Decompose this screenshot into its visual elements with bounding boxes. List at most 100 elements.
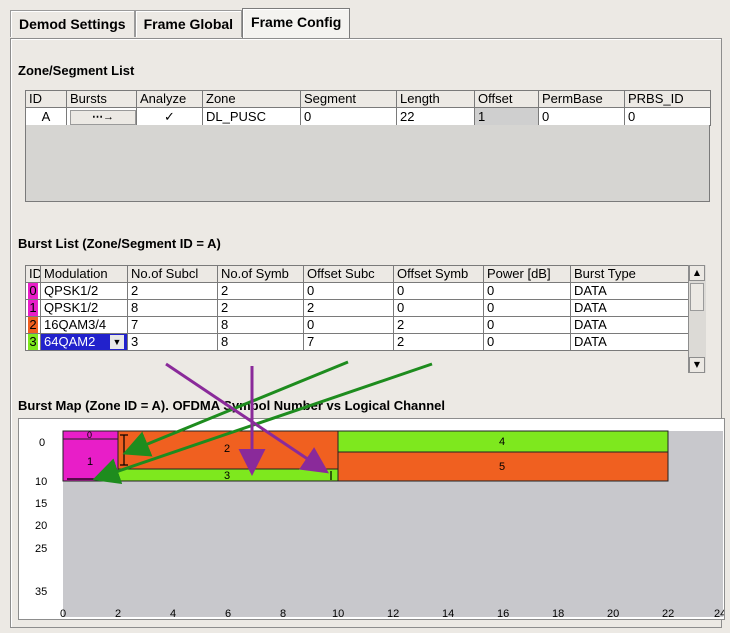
x-tick-label: 8 xyxy=(280,608,286,619)
permbase-cell[interactable]: 0 xyxy=(538,107,625,126)
col-header-segment[interactable]: Segment xyxy=(300,90,397,108)
col-header-no-of-symb[interactable]: No.of Symb xyxy=(217,265,304,283)
offset-symb-cell[interactable]: 2 xyxy=(393,333,484,351)
zone-list-title: Zone/Segment List xyxy=(18,63,135,78)
burst-type-cell[interactable]: DATA xyxy=(570,333,689,351)
modulation-dropdown[interactable]: 64QAM2 ▼ xyxy=(40,333,128,351)
col-header-length[interactable]: Length xyxy=(396,90,475,108)
bursts-button[interactable]: ⋯→ xyxy=(70,110,136,125)
tab-bar: Demod Settings Frame Global Frame Config xyxy=(10,8,351,39)
table-row[interactable]: 0 QPSK1/2 2 2 0 0 0 DATA xyxy=(25,282,689,300)
subch-cell[interactable]: 2 xyxy=(127,282,218,300)
subch-cell[interactable]: 7 xyxy=(127,316,218,334)
modulation-cell[interactable]: QPSK1/2 xyxy=(40,299,128,317)
col-header-bursts[interactable]: Bursts xyxy=(66,90,137,108)
power-cell[interactable]: 0 xyxy=(483,299,571,317)
burst-list-scrollbar[interactable]: ▲ ▼ xyxy=(688,265,706,373)
y-tick-label: 35 xyxy=(35,586,47,598)
col-header-id[interactable]: ID xyxy=(25,90,67,108)
power-cell[interactable]: 0 xyxy=(483,316,571,334)
col-header-prbs-id[interactable]: PRBS_ID xyxy=(624,90,711,108)
y-tick-label: 15 xyxy=(35,498,47,510)
col-header-offset-symb[interactable]: Offset Symb xyxy=(393,265,484,283)
offset-subch-cell[interactable]: 0 xyxy=(303,282,394,300)
col-header-offset-subch[interactable]: Offset Subc xyxy=(303,265,394,283)
burst-label-3: 3 xyxy=(224,470,230,482)
x-tick-label: 18 xyxy=(552,608,564,619)
y-tick-label: 20 xyxy=(35,520,47,532)
x-tick-label: 6 xyxy=(225,608,231,619)
burst-label-4: 4 xyxy=(499,436,505,448)
power-cell[interactable]: 0 xyxy=(483,333,571,351)
burst-map: 0 1 2 3 4 5 0 10 15 20 25 35 0 2 4 6 8 1… xyxy=(18,418,725,620)
tab-demod-settings[interactable]: Demod Settings xyxy=(10,10,135,37)
col-header-offset[interactable]: Offset xyxy=(474,90,539,108)
scroll-up-icon[interactable]: ▲ xyxy=(689,265,705,281)
table-row[interactable]: 2 16QAM3/4 7 8 0 2 0 DATA xyxy=(25,316,689,334)
table-row[interactable]: 1 QPSK1/2 8 2 2 0 0 DATA xyxy=(25,299,689,317)
offset-symb-cell[interactable]: 0 xyxy=(393,299,484,317)
burst-label-0: 0 xyxy=(87,430,92,440)
modulation-cell[interactable]: QPSK1/2 xyxy=(40,282,128,300)
power-cell[interactable]: 0 xyxy=(483,282,571,300)
length-cell[interactable]: 22 xyxy=(396,107,475,126)
burst-type-cell[interactable]: DATA xyxy=(570,299,689,317)
burst-map-canvas: 0 1 2 3 4 5 0 10 15 20 25 35 0 2 4 6 8 1… xyxy=(35,429,724,619)
modulation-cell[interactable]: 16QAM3/4 xyxy=(40,316,128,334)
col-header-id[interactable]: ID xyxy=(25,265,41,283)
burst-label-5: 5 xyxy=(499,461,505,473)
col-header-burst-type[interactable]: Burst Type xyxy=(570,265,689,283)
offset-symb-cell[interactable]: 0 xyxy=(393,282,484,300)
burst-id-cell[interactable]: 1 xyxy=(25,299,41,317)
col-header-zone[interactable]: Zone xyxy=(202,90,301,108)
col-header-no-of-subch[interactable]: No.of Subcl xyxy=(127,265,218,283)
burst-list-title: Burst List (Zone/Segment ID = A) xyxy=(18,236,221,251)
x-tick-label: 4 xyxy=(170,608,176,619)
symb-cell[interactable]: 2 xyxy=(217,299,304,317)
tab-frame-global[interactable]: Frame Global xyxy=(134,10,243,37)
y-tick-label: 10 xyxy=(35,476,47,488)
y-tick-label: 0 xyxy=(39,437,45,449)
offset-subch-cell[interactable]: 2 xyxy=(303,299,394,317)
subch-cell[interactable]: 3 xyxy=(127,333,218,351)
x-tick-label: 16 xyxy=(497,608,509,619)
burst-map-title: Burst Map (Zone ID = A). OFDMA Symbol Nu… xyxy=(18,398,445,413)
modulation-value: 64QAM2 xyxy=(44,334,96,350)
prbs-id-cell[interactable]: 0 xyxy=(624,107,711,126)
x-tick-label: 2 xyxy=(115,608,121,619)
burst-id-cell[interactable]: 0 xyxy=(25,282,41,300)
scroll-thumb[interactable] xyxy=(690,283,704,311)
zone-cell[interactable]: DL_PUSC xyxy=(202,107,301,126)
symb-cell[interactable]: 8 xyxy=(217,333,304,351)
symb-cell[interactable]: 2 xyxy=(217,282,304,300)
offset-subch-cell[interactable]: 7 xyxy=(303,333,394,351)
tab-frame-config[interactable]: Frame Config xyxy=(242,8,351,39)
col-header-analyze[interactable]: Analyze xyxy=(136,90,203,108)
burst-id-1: 1 xyxy=(28,300,38,316)
analyze-checkbox[interactable]: ✓ xyxy=(136,107,203,126)
col-header-power[interactable]: Power [dB] xyxy=(483,265,571,283)
x-tick-label: 0 xyxy=(60,608,66,619)
segment-cell[interactable]: 0 xyxy=(300,107,397,126)
burst-label-1: 1 xyxy=(87,456,93,468)
burst-id-2: 2 xyxy=(28,317,38,333)
burst-type-cell[interactable]: DATA xyxy=(570,316,689,334)
x-tick-label: 22 xyxy=(662,608,674,619)
offset-symb-cell[interactable]: 2 xyxy=(393,316,484,334)
table-row[interactable]: 3 64QAM2 ▼ 3 8 7 2 0 DATA xyxy=(25,333,689,351)
col-header-modulation[interactable]: Modulation xyxy=(40,265,128,283)
x-tick-label: 14 xyxy=(442,608,454,619)
table-row[interactable]: A ⋯→ ✓ DL_PUSC 0 22 1 0 0 xyxy=(25,107,711,126)
col-header-permbase[interactable]: PermBase xyxy=(538,90,625,108)
offset-subch-cell[interactable]: 0 xyxy=(303,316,394,334)
zone-id-cell[interactable]: A xyxy=(25,107,67,126)
burst-id-cell[interactable]: 2 xyxy=(25,316,41,334)
symb-cell[interactable]: 8 xyxy=(217,316,304,334)
scroll-down-icon[interactable]: ▼ xyxy=(689,357,705,373)
burst-type-cell[interactable]: DATA xyxy=(570,282,689,300)
subch-cell[interactable]: 8 xyxy=(127,299,218,317)
burst-list-table: ID Modulation No.of Subcl No.of Symb Off… xyxy=(25,265,689,351)
burst-label-2: 2 xyxy=(224,443,230,455)
burst-id-cell[interactable]: 3 xyxy=(25,333,41,351)
chevron-down-icon[interactable]: ▼ xyxy=(110,335,124,349)
